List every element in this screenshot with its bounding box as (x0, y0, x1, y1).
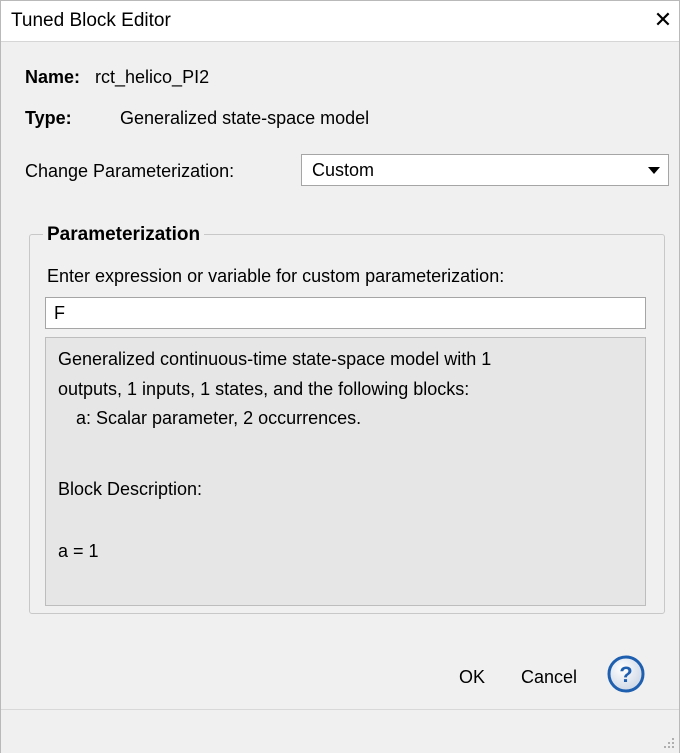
block-description-heading: Block Description: (58, 479, 203, 499)
type-label: Type: (25, 108, 72, 128)
group-title: Parameterization (43, 223, 205, 247)
close-icon: ✕ (653, 7, 673, 32)
name-row: Name: rct_helico_PI2 (25, 66, 209, 88)
description-line: Generalized continuous-time state-space … (58, 349, 492, 369)
type-value: Generalized state-space model (120, 108, 370, 128)
close-button[interactable]: ✕ (651, 7, 675, 33)
cancel-button[interactable]: Cancel (521, 665, 577, 689)
window-title: Tuned Block Editor (11, 10, 171, 31)
name-value: rct_helico_PI2 (95, 67, 210, 87)
name-label: Name: (25, 67, 81, 87)
help-button[interactable]: ? (605, 653, 647, 695)
change-parameterization-label: Change Parameterization: (25, 161, 235, 181)
expression-input[interactable] (45, 297, 646, 329)
resize-grip-icon[interactable] (663, 737, 675, 749)
svg-text:?: ? (619, 662, 632, 687)
description-line: outputs, 1 inputs, 1 states, and the fol… (58, 379, 470, 399)
expression-prompt: Enter expression or variable for custom … (47, 266, 505, 286)
parameterization-dropdown[interactable]: Custom (301, 154, 669, 186)
chevron-down-icon (648, 167, 660, 174)
type-row: Type: Generalized state-space model (25, 107, 369, 129)
description-line: a: Scalar parameter, 2 occurrences. (76, 408, 362, 428)
description-box: Generalized continuous-time state-space … (45, 337, 646, 606)
help-icon: ? (607, 655, 645, 693)
ok-button[interactable]: OK (459, 665, 485, 689)
title-bar[interactable]: Tuned Block Editor ✕ (1, 1, 679, 42)
dropdown-value: Custom (312, 160, 375, 180)
status-bar (1, 709, 679, 753)
description-line: a = 1 (58, 541, 99, 561)
dialog-window: Tuned Block Editor ✕ Name: rct_helico_PI… (0, 0, 680, 753)
